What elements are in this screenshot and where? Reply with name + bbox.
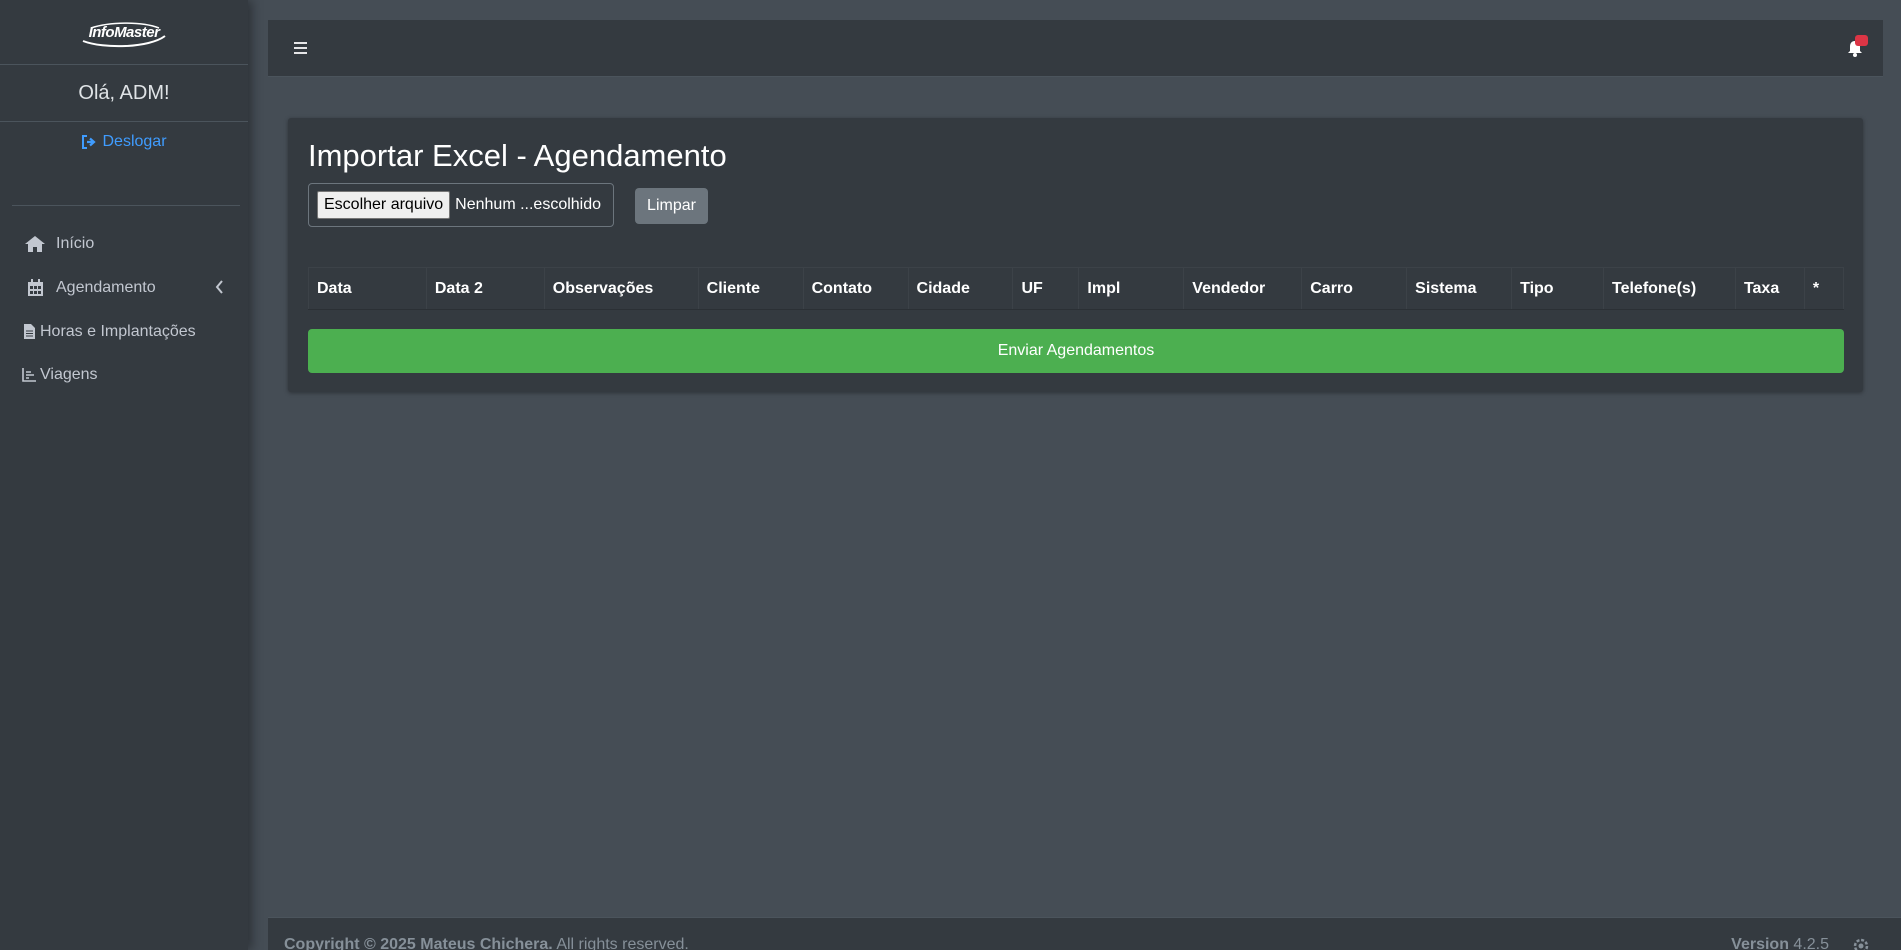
import-card: Importar Excel - Agendamento Escolher ar…	[288, 118, 1863, 392]
table-header-row: Data Data 2 Observações Cliente Contato …	[308, 267, 1845, 310]
sidebar-nav: Início Agendamento Horas e Implantações …	[0, 222, 248, 396]
version-label: Version	[1731, 936, 1789, 950]
column-header[interactable]: Contato	[802, 267, 909, 310]
logo-swoosh-icon	[82, 21, 166, 47]
column-header[interactable]: Cliente	[697, 267, 804, 310]
column-header[interactable]: Vendedor	[1183, 267, 1303, 310]
sidebar-item-agendamento[interactable]: Agendamento	[0, 266, 248, 310]
sidebar-item-label: Viagens	[40, 365, 98, 383]
page-title: Importar Excel - Agendamento	[308, 138, 727, 173]
column-header[interactable]: Cidade	[907, 267, 1014, 310]
copyright: Copyright © 2025 Mateus Chichera. All ri…	[284, 936, 689, 950]
sidebar-item-label: Início	[56, 235, 95, 252]
copyright-suffix: All rights reserved.	[552, 936, 689, 950]
sidebar-divider	[12, 205, 240, 206]
sidebar-item-label: Horas e Implantações	[40, 322, 196, 340]
top-navbar	[268, 20, 1883, 77]
version-number: 4.2.5	[1788, 936, 1829, 950]
notification-badge	[1855, 35, 1868, 46]
gear-icon[interactable]	[1851, 936, 1871, 950]
footer: Copyright © 2025 Mateus Chichera. All ri…	[268, 917, 1901, 950]
home-icon	[24, 234, 46, 254]
sidebar: InfoMaster Olá, ADM! Deslogar Início Age…	[0, 0, 248, 950]
file-status: Nenhum ...escolhido	[455, 196, 602, 213]
file-input[interactable]: Escolher arquivo Nenhum ...escolhido	[308, 183, 614, 227]
sidebar-item-viagens[interactable]: Viagens	[0, 353, 248, 396]
brand-logo[interactable]: InfoMaster	[82, 21, 166, 47]
column-header[interactable]: Data 2	[425, 267, 545, 310]
sign-out-icon	[82, 135, 97, 149]
logout-label: Deslogar	[102, 133, 167, 150]
column-header[interactable]: *	[1803, 267, 1845, 310]
submit-schedules-button[interactable]: Enviar Agendamentos	[308, 329, 1844, 373]
version-info: Version 4.2.5	[1731, 936, 1829, 950]
hamburger-menu-icon[interactable]	[292, 38, 310, 58]
chevron-left-icon[interactable]	[215, 280, 224, 294]
brand[interactable]: InfoMaster	[0, 0, 248, 65]
column-header[interactable]: Carro	[1301, 267, 1408, 310]
column-header[interactable]: Sistema	[1406, 267, 1513, 310]
column-header[interactable]: Data	[308, 267, 427, 310]
notifications-button[interactable]	[1845, 35, 1868, 58]
column-header[interactable]: Taxa	[1734, 267, 1805, 310]
logout-link[interactable]: Deslogar	[0, 133, 248, 151]
choose-file-button[interactable]: Escolher arquivo	[317, 191, 451, 219]
column-header[interactable]: Telefone(s)	[1603, 267, 1736, 310]
sidebar-item-horas[interactable]: Horas e Implantações	[0, 310, 248, 353]
sidebar-item-label: Agendamento	[56, 279, 156, 296]
column-header[interactable]: UF	[1012, 267, 1080, 310]
chart-icon	[22, 365, 36, 385]
column-header[interactable]: Observações	[543, 267, 699, 310]
clear-button[interactable]: Limpar	[635, 188, 708, 224]
user-panel: Olá, ADM!	[0, 65, 248, 122]
sidebar-item-inicio[interactable]: Início	[0, 222, 248, 266]
copyright-owner: Copyright © 2025 Mateus Chichera.	[284, 936, 553, 950]
calendar-icon	[24, 278, 46, 298]
schedule-table: Data Data 2 Observações Cliente Contato …	[308, 267, 1845, 310]
user-greeting: Olá, ADM!	[78, 81, 170, 104]
file-icon	[22, 322, 36, 342]
column-header[interactable]: Tipo	[1511, 267, 1604, 310]
column-header[interactable]: Impl	[1078, 267, 1185, 310]
